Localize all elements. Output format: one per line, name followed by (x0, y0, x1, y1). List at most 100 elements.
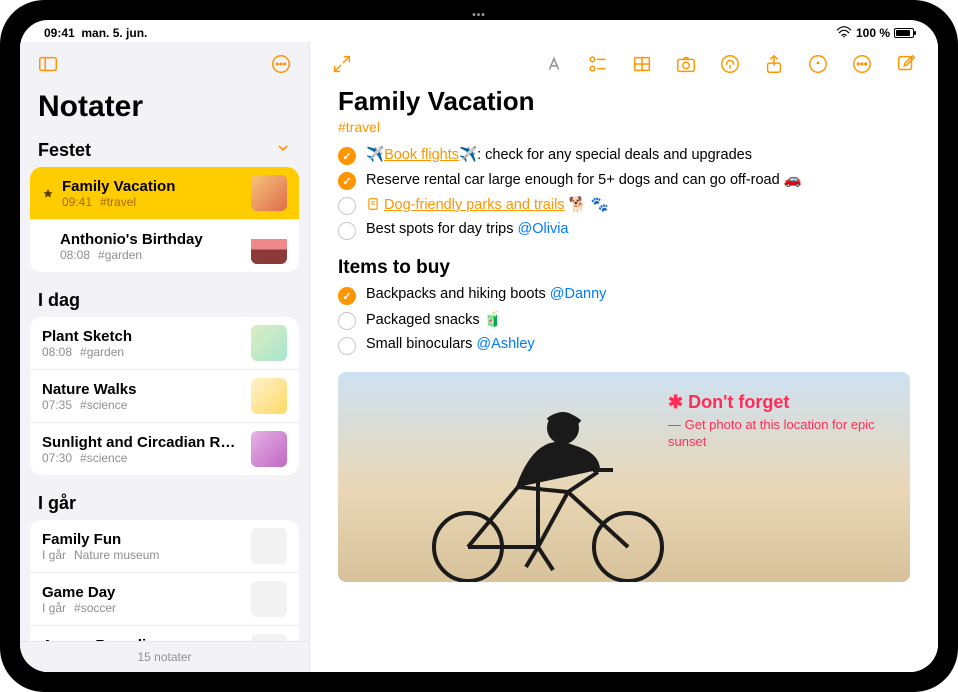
checklist-icon[interactable] (586, 52, 610, 76)
checklist-text: Reserve rental car large enough for 5+ d… (366, 171, 802, 188)
sidebar-footer: 15 notater (20, 641, 309, 672)
sidebar-title: Notater (20, 86, 309, 132)
more-menu-icon[interactable] (269, 52, 293, 76)
checklist-text: Small binoculars (366, 336, 476, 352)
note-tag: #garden (98, 248, 142, 262)
note-tag: #travel (100, 195, 136, 209)
note-title: Nature Walks (42, 381, 136, 398)
note-time: I går (42, 548, 66, 562)
note-row-family-vacation[interactable]: Family Vacation 09:41 #travel (30, 167, 299, 219)
note-thumbnail (251, 175, 287, 211)
handwriting-annotation: ✱ Don't forget — Get photo at this locat… (668, 386, 888, 451)
multitask-dots[interactable]: ••• (472, 20, 486, 21)
note-thumbnail (251, 228, 287, 264)
mention-olivia[interactable]: @Olivia (518, 221, 569, 237)
note-editor: Family Vacation #travel ✈️Book flights✈️… (310, 42, 938, 672)
note-content[interactable]: Family Vacation #travel ✈️Book flights✈️… (310, 86, 938, 672)
note-time: 09:41 (62, 195, 92, 209)
note-tag: #science (80, 398, 127, 412)
section-header-pinned[interactable]: Festet (20, 132, 309, 165)
camera-icon[interactable] (674, 52, 698, 76)
checkbox-icon[interactable] (338, 197, 356, 215)
note-heading[interactable]: Family Vacation (338, 86, 910, 117)
status-time: 09:41 (44, 26, 75, 40)
editor-toolbar (310, 42, 938, 86)
section-header-today: I dag (20, 282, 309, 315)
share-icon[interactable] (762, 52, 786, 76)
checklist-item[interactable]: Best spots for day trips @Olivia (338, 218, 910, 243)
checkbox-icon[interactable] (338, 312, 356, 330)
mention-ashley[interactable]: @Ashley (476, 336, 534, 352)
note-time: 08:08 (60, 248, 90, 262)
table-icon[interactable] (630, 52, 654, 76)
notes-sidebar: Notater Festet (20, 42, 310, 672)
chevron-down-icon[interactable] (275, 140, 291, 161)
link-book-flights[interactable]: Book flights (384, 147, 459, 163)
section-label: I dag (38, 290, 80, 311)
status-bar: 09:41 man. 5. jun. ••• 100 % (20, 20, 938, 42)
checklist-item[interactable]: Reserve rental car large enough for 5+ d… (338, 168, 910, 193)
note-title: Plant Sketch (42, 328, 132, 345)
note-row[interactable]: Game Day I går #soccer (30, 572, 299, 625)
note-thumbnail (251, 431, 287, 467)
note-row[interactable]: Aurora Borealis I gårCollisions with oxy… (30, 625, 299, 641)
note-attachment-photo[interactable]: ✱ Don't forget — Get photo at this locat… (338, 372, 910, 582)
note-link-dog-parks[interactable]: Dog-friendly parks and trails (384, 197, 565, 213)
note-title: Anthonio's Birthday (60, 231, 203, 248)
note-title: Game Day (42, 584, 115, 601)
checkbox-checked-icon[interactable] (338, 172, 356, 190)
mention-danny[interactable]: @Danny (550, 286, 607, 302)
checklist-item[interactable]: Dog-friendly parks and trails 🐕 🐾 (338, 193, 910, 218)
note-tag: Nature museum (74, 548, 159, 562)
note-row[interactable]: Family Fun I går Nature museum (30, 520, 299, 572)
note-subheading[interactable]: Items to buy (338, 257, 910, 279)
battery-percent: 100 % (856, 26, 890, 40)
section-header-yesterday: I går (20, 485, 309, 518)
checkbox-checked-icon[interactable] (338, 147, 356, 165)
checklist-text: Backpacks and hiking boots (366, 286, 550, 302)
note-time: I går (42, 601, 66, 615)
checklist-item[interactable]: Backpacks and hiking boots @Danny (338, 283, 910, 308)
note-time: 07:30 (42, 451, 72, 465)
note-time: 07:35 (42, 398, 72, 412)
expand-icon[interactable] (330, 52, 354, 76)
emoji-plane-icon: ✈️ (366, 147, 384, 163)
note-thumbnail (251, 378, 287, 414)
checkbox-icon[interactable] (338, 337, 356, 355)
text-format-icon[interactable] (542, 52, 566, 76)
note-row[interactable]: Plant Sketch 08:08 #garden (30, 317, 299, 369)
note-tag: #soccer (74, 601, 116, 615)
note-thumbnail (251, 325, 287, 361)
wifi-icon (836, 26, 852, 41)
note-reference-icon (366, 197, 380, 211)
sidebar-toggle-icon[interactable] (36, 52, 60, 76)
note-tag: #garden (80, 345, 124, 359)
note-title: Family Vacation (62, 178, 175, 195)
status-date: man. 5. jun. (81, 26, 147, 40)
checklist-item[interactable]: ✈️Book flights✈️: check for any special … (338, 143, 910, 168)
checkbox-checked-icon[interactable] (338, 287, 356, 305)
checkbox-icon[interactable] (338, 222, 356, 240)
note-title: Family Fun (42, 531, 121, 548)
note-title: Sunlight and Circadian Rhy… (42, 434, 243, 451)
section-label: I går (38, 493, 76, 514)
note-hashtag[interactable]: #travel (338, 119, 910, 135)
checklist-item[interactable]: Small binoculars @Ashley (338, 333, 910, 358)
compose-icon[interactable] (894, 52, 918, 76)
checklist-text: Packaged snacks 🧃 (366, 311, 502, 328)
note-time: 08:08 (42, 345, 72, 359)
section-label: Festet (38, 140, 91, 161)
lock-circled-icon[interactable] (806, 52, 830, 76)
checklist-item[interactable]: Packaged snacks 🧃 (338, 308, 910, 333)
note-row[interactable]: Sunlight and Circadian Rhy… 07:30 #scienc… (30, 422, 299, 475)
battery-icon (894, 28, 914, 38)
pin-icon (42, 187, 54, 199)
checklist-text: Best spots for day trips (366, 221, 518, 237)
note-thumbnail (251, 581, 287, 617)
note-row-anthonio-birthday[interactable]: Anthonio's Birthday 08:08 #garden (30, 219, 299, 272)
markup-icon[interactable] (718, 52, 742, 76)
ellipsis-circle-icon[interactable] (850, 52, 874, 76)
emoji-dog-icon: 🐕 🐾 (569, 197, 609, 213)
note-row[interactable]: Nature Walks 07:35 #science (30, 369, 299, 422)
note-tag: #science (80, 451, 127, 465)
